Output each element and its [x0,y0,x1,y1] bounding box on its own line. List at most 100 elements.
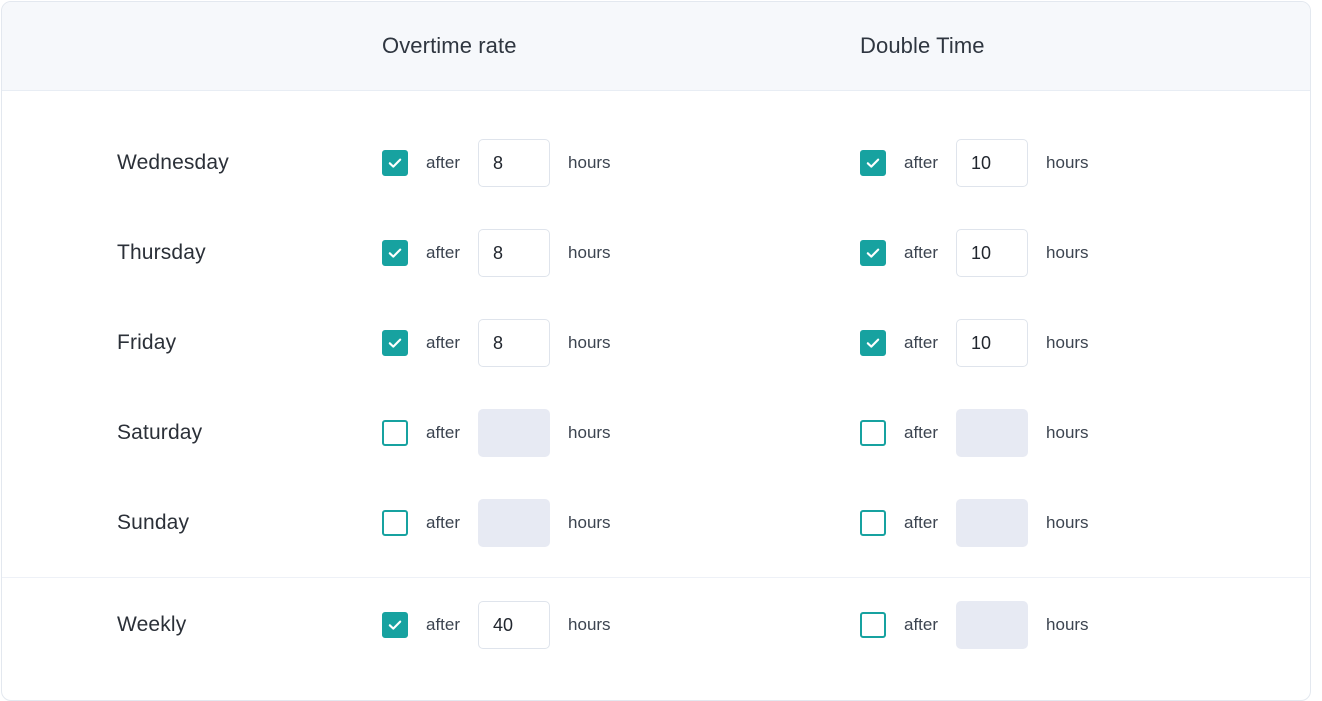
double-time-hours-input[interactable]: 10 [956,229,1028,277]
overtime-after-label: after [426,153,460,173]
check-icon [387,155,403,171]
row-day-label: Wednesday [2,151,229,174]
double-time-after-label: after [904,153,938,173]
header-label-double-time: Double Time [845,33,985,58]
row-day-label: Sunday [2,511,189,534]
double-time-hours-label: hours [1046,243,1089,263]
row-day-cell: Weekly [2,613,367,637]
overtime-settings-card: Overtime rate Double Time Wednesday afte… [1,1,1311,701]
double-time-cell: after hours [845,601,1310,649]
overtime-hours-label: hours [568,153,611,173]
row-day-cell: Saturday [2,421,367,445]
double-time-hours-label: hours [1046,153,1089,173]
overtime-rate-cell: after 8 hours [367,229,845,277]
table-row: Wednesday after 8 hours after 10 [2,118,1310,208]
double-time-checkbox[interactable] [860,240,886,266]
overtime-after-label: after [426,243,460,263]
header-cell-day [2,33,367,59]
overtime-hours-label: hours [568,513,611,533]
table-row: Sunday after hours after [2,478,1310,568]
overtime-hours-value: 8 [493,333,503,354]
overtime-after-label: after [426,513,460,533]
overtime-hours-input[interactable]: 40 [478,601,550,649]
overtime-hours-label: hours [568,333,611,353]
table-row: Weekly after 40 hours after [2,578,1310,672]
overtime-hours-value: 8 [493,153,503,174]
row-day-cell: Friday [2,331,367,355]
overtime-rate-checkbox[interactable] [382,150,408,176]
overtime-hours-input[interactable]: 8 [478,229,550,277]
check-icon [387,335,403,351]
check-icon [387,617,403,633]
overtime-rate-checkbox[interactable] [382,240,408,266]
table-row: Thursday after 8 hours after 10 [2,208,1310,298]
overtime-hours-value: 40 [493,615,513,636]
double-time-cell: after 10 hours [845,139,1310,187]
check-icon [865,245,881,261]
double-time-hours-value: 10 [971,333,991,354]
double-time-hours-label: hours [1046,615,1089,635]
double-time-hours-input[interactable]: 10 [956,139,1028,187]
double-time-hours-label: hours [1046,423,1089,443]
double-time-hours-label: hours [1046,513,1089,533]
double-time-hours-input[interactable]: 10 [956,319,1028,367]
double-time-checkbox[interactable] [860,150,886,176]
double-time-hours-input[interactable] [956,601,1028,649]
row-day-label: Saturday [2,421,202,444]
row-day-label: Weekly [2,613,186,636]
overtime-after-label: after [426,615,460,635]
overtime-hours-input[interactable]: 8 [478,139,550,187]
overtime-hours-value: 8 [493,243,503,264]
overtime-hours-input[interactable] [478,409,550,457]
row-day-cell: Sunday [2,511,367,535]
double-time-hours-value: 10 [971,153,991,174]
header-label-overtime-rate: Overtime rate [367,33,517,58]
double-time-hours-input[interactable] [956,409,1028,457]
double-time-hours-input[interactable] [956,499,1028,547]
header-cell-double-time: Double Time [845,33,1310,59]
overtime-hours-label: hours [568,423,611,443]
double-time-checkbox[interactable] [860,510,886,536]
double-time-after-label: after [904,333,938,353]
check-icon [387,245,403,261]
row-day-label: Thursday [2,241,206,264]
overtime-after-label: after [426,423,460,443]
check-icon [865,335,881,351]
check-icon [865,155,881,171]
overtime-hours-input[interactable]: 8 [478,319,550,367]
double-time-after-label: after [904,243,938,263]
double-time-hours-value: 10 [971,243,991,264]
overtime-rate-checkbox[interactable] [382,510,408,536]
overtime-hours-label: hours [568,243,611,263]
table-row: Saturday after hours after [2,388,1310,478]
double-time-cell: after 10 hours [845,229,1310,277]
double-time-checkbox[interactable] [860,420,886,446]
double-time-checkbox[interactable] [860,612,886,638]
table-row: Friday after 8 hours after 10 [2,298,1310,388]
double-time-cell: after hours [845,499,1310,547]
double-time-after-label: after [904,513,938,533]
overtime-rate-checkbox[interactable] [382,612,408,638]
double-time-checkbox[interactable] [860,330,886,356]
header-cell-overtime-rate: Overtime rate [367,33,845,59]
overtime-rate-cell: after 8 hours [367,139,845,187]
overtime-hours-label: hours [568,615,611,635]
row-day-cell: Wednesday [2,151,367,175]
overtime-after-label: after [426,333,460,353]
double-time-hours-label: hours [1046,333,1089,353]
header-label-day [2,33,17,58]
overtime-rate-cell: after 40 hours [367,601,845,649]
double-time-after-label: after [904,423,938,443]
table-header: Overtime rate Double Time [2,2,1310,91]
double-time-cell: after 10 hours [845,319,1310,367]
row-day-label: Friday [2,331,176,354]
overtime-rate-cell: after 8 hours [367,319,845,367]
overtime-rate-cell: after hours [367,499,845,547]
overtime-hours-input[interactable] [478,499,550,547]
double-time-after-label: after [904,615,938,635]
overtime-rate-checkbox[interactable] [382,420,408,446]
row-day-cell: Thursday [2,241,367,265]
table-body: Wednesday after 8 hours after 10 [2,91,1310,672]
overtime-rate-cell: after hours [367,409,845,457]
overtime-rate-checkbox[interactable] [382,330,408,356]
